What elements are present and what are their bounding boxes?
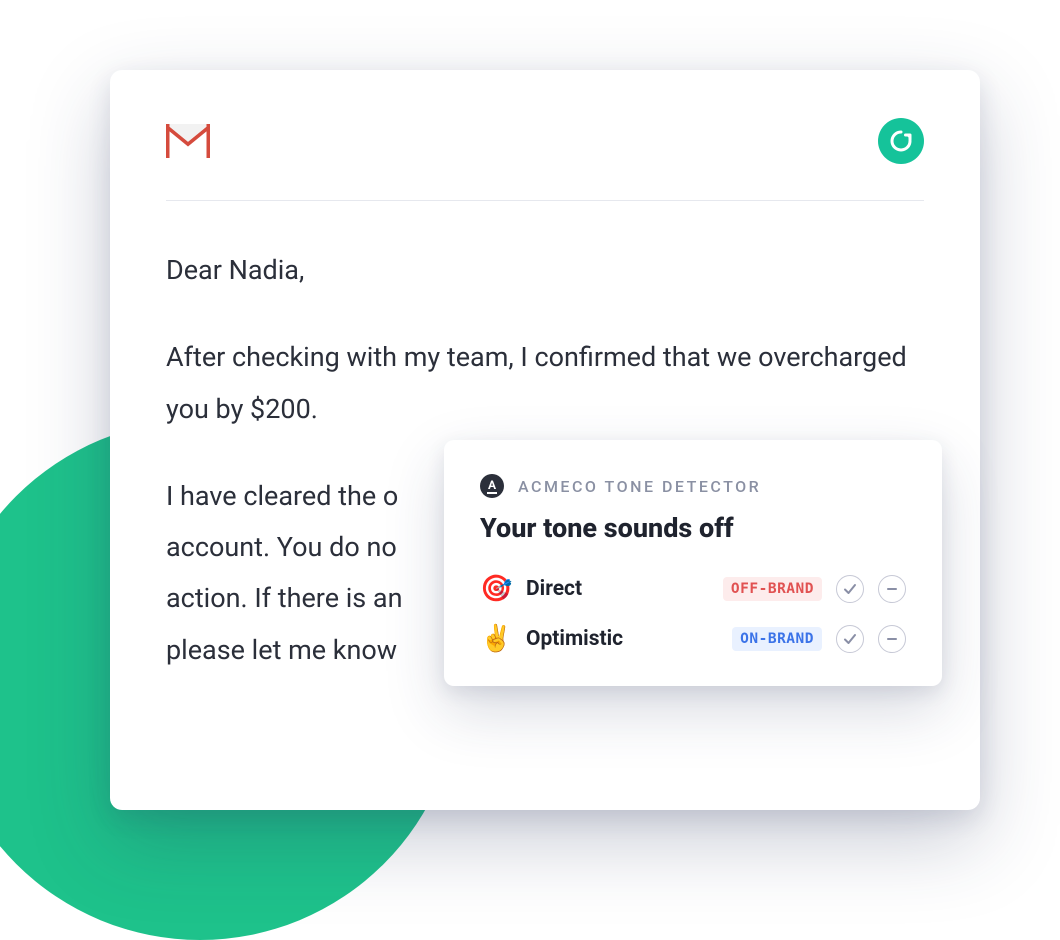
grammarly-icon[interactable]	[878, 118, 924, 164]
dismiss-button[interactable]	[878, 575, 906, 603]
tone-label-direct: Direct	[526, 577, 709, 601]
on-brand-badge: ON-BRAND	[732, 627, 822, 651]
email-greeting: Dear Nadia,	[166, 245, 924, 296]
brand-a-letter: A	[488, 479, 496, 491]
email-paragraph-1: After checking with my team, I confirmed…	[166, 332, 924, 435]
tone-label-optimistic: Optimistic	[526, 627, 718, 651]
accept-button[interactable]	[836, 575, 864, 603]
gmail-icon	[166, 124, 210, 158]
off-brand-badge: OFF-BRAND	[723, 577, 822, 601]
accept-button[interactable]	[836, 625, 864, 653]
brand-a-icon: A	[480, 474, 504, 498]
tone-panel-title: Your tone sounds off	[480, 512, 906, 544]
tone-brand-label: ACMECO TONE DETECTOR	[518, 477, 761, 496]
tone-detector-panel: A ACMECO TONE DETECTOR Your tone sounds …	[444, 440, 942, 686]
tone-row: 🎯 Direct OFF-BRAND	[480, 574, 906, 604]
dismiss-button[interactable]	[878, 625, 906, 653]
email-header	[166, 118, 924, 201]
tone-row: ✌️ Optimistic ON-BRAND	[480, 624, 906, 654]
target-icon: 🎯	[480, 574, 512, 604]
victory-hand-icon: ✌️	[480, 624, 512, 654]
tone-panel-header: A ACMECO TONE DETECTOR	[480, 474, 906, 498]
